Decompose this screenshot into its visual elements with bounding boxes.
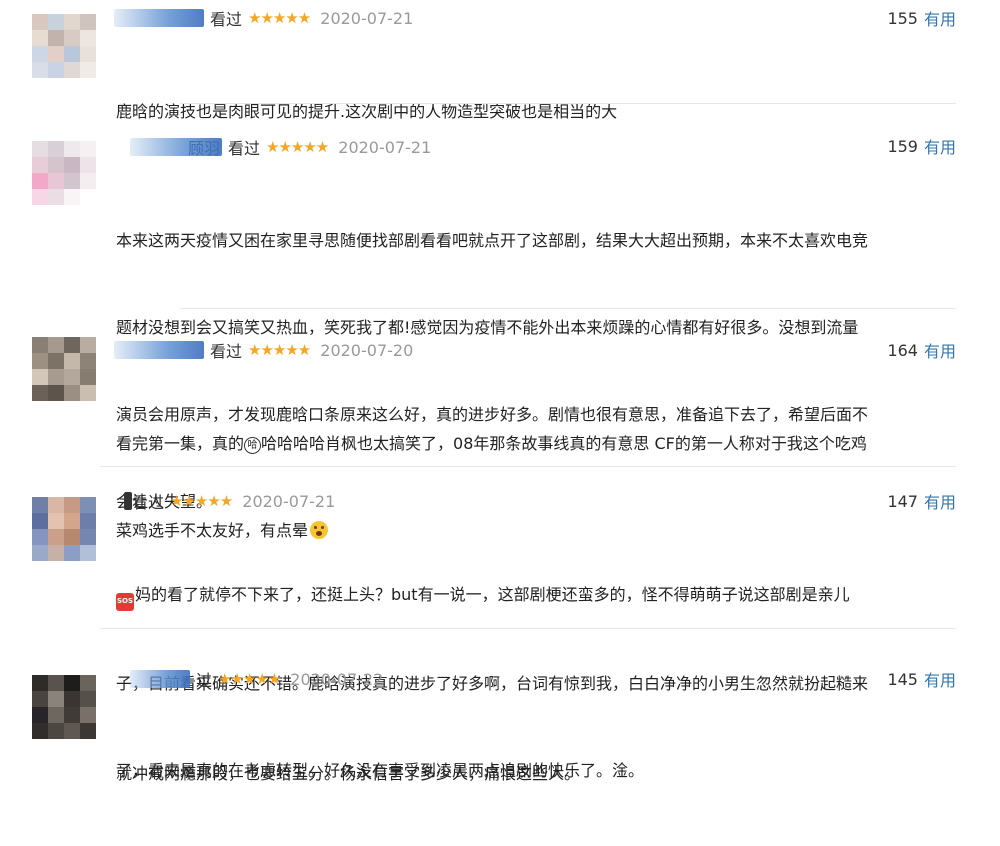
useful-button[interactable]: 有用 — [924, 338, 956, 362]
divider — [100, 628, 956, 629]
avatar[interactable] — [32, 497, 96, 561]
rating-stars: ★★★★★ — [266, 138, 329, 156]
comment-date: 2020-07-21 — [242, 491, 336, 511]
useful-button[interactable]: 有用 — [924, 134, 956, 158]
comment-line: 看完第一集，真的哈哈哈哈哈肖枫也太搞笑了，08年那条故事线真的有意思 CF的第一… — [116, 429, 962, 458]
comment-date: 2020-07-22 — [290, 669, 384, 689]
comment-line: SOS 妈的看了就停不下来了，还挺上头？but有一说一，这部剧梗还蛮多的，怪不得萌… — [116, 580, 962, 611]
avatar[interactable] — [32, 337, 96, 401]
username-blurred[interactable] — [124, 492, 132, 510]
vote-count: 147 — [887, 491, 918, 511]
useful-button[interactable]: 有用 — [924, 667, 956, 691]
comment-line: 就冲戒网瘾那段，也要给五分。杨永信害了多少人，痛恨这些人。 — [116, 764, 581, 783]
rating-stars: ★★★★★ — [170, 492, 233, 510]
divider — [180, 308, 956, 309]
username-blurred[interactable]: 顾羽 — [130, 138, 222, 158]
comment-text: 就冲戒网瘾那段，也要给五分。杨永信害了多少人，痛恨这些人。 — [116, 701, 962, 846]
rating-stars: ★★★★★ — [218, 670, 281, 688]
divider — [180, 103, 956, 104]
useful-button[interactable]: 有用 — [924, 6, 956, 30]
comment-line: 鹿晗的演技也是肉眼可见的提升.这次剧中的人物造型突破也是相当的大 — [116, 102, 618, 121]
watch-status: 看过 — [210, 342, 243, 361]
vote-count: 159 — [887, 136, 918, 156]
avatar[interactable] — [32, 675, 96, 739]
useful-button[interactable]: 有用 — [924, 489, 956, 513]
comment-line-part: 妈的看了就停不下来了，还挺上头？but有一说一，这部剧梗还蛮多的，怪不得萌萌子说… — [135, 585, 850, 604]
username-blurred[interactable] — [114, 341, 204, 359]
watch-status: 看过 — [210, 10, 243, 29]
comment-date: 2020-07-20 — [320, 340, 414, 360]
rating-stars: ★★★★★ — [248, 9, 311, 27]
comment-text: 鹿晗的演技也是肉眼可见的提升.这次剧中的人物造型突破也是相当的大 — [116, 39, 962, 184]
rating-stars: ★★★★★ — [248, 341, 311, 359]
vote-count: 145 — [887, 669, 918, 689]
watch-status: 过 — [196, 671, 213, 690]
vote-count: 155 — [887, 8, 918, 28]
vote-count: 164 — [887, 340, 918, 360]
divider — [100, 466, 956, 467]
watch-status: 看过 — [228, 139, 261, 158]
comment-line-part: 看完第一集，真的 — [116, 434, 245, 453]
username-blurred[interactable] — [114, 9, 204, 27]
comment-date: 2020-07-21 — [338, 137, 432, 157]
comment-date: 2020-07-21 — [320, 8, 414, 28]
sos-emoji-icon: SOS — [116, 592, 134, 611]
circled-character: 哈 — [244, 437, 262, 454]
username-blurred[interactable] — [130, 670, 190, 688]
comment-line-part: 哈哈哈哈肖枫也太搞笑了，08年那条故事线真的有意思 CF的第一人称对于我这个吃鸡 — [261, 434, 867, 453]
watch-status: 看过 — [132, 493, 165, 512]
avatar[interactable] — [32, 14, 96, 78]
comment-line: 本来这两天疫情又困在家里寻思随便找部剧看看吧就点开了这部剧，结果大大超出预期，本… — [116, 231, 869, 250]
avatar[interactable] — [32, 141, 96, 205]
